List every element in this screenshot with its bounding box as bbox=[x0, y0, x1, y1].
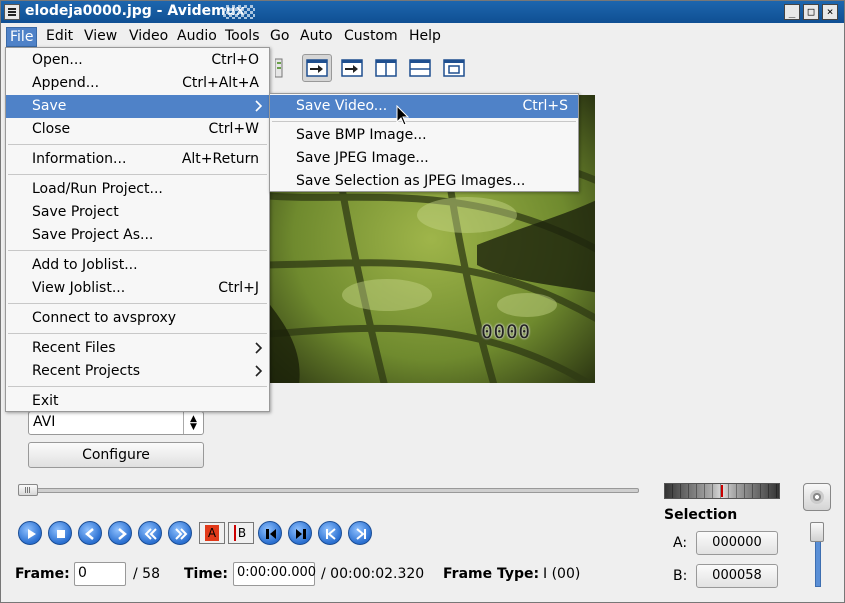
marker-b-label: B bbox=[234, 525, 248, 541]
menu-separator bbox=[272, 121, 576, 122]
jog-wheel-icon[interactable] bbox=[803, 483, 831, 511]
submenu-arrow-icon bbox=[255, 342, 263, 354]
next-keyframe-icon[interactable] bbox=[288, 521, 312, 545]
menu-item-close[interactable]: Close Ctrl+W bbox=[6, 118, 269, 141]
set-marker-b-icon[interactable]: B bbox=[228, 522, 254, 544]
menu-item-append[interactable]: Append... Ctrl+Alt+A bbox=[6, 72, 269, 95]
submenu-arrow-icon bbox=[255, 365, 263, 377]
menu-separator bbox=[8, 144, 267, 145]
save-submenu: Save Video... Ctrl+S Save BMP Image... Sa… bbox=[269, 93, 579, 192]
menu-item-save-project-as[interactable]: Save Project As... bbox=[6, 224, 269, 247]
menu-item-recent-projects[interactable]: Recent Projects bbox=[6, 360, 269, 383]
stop-icon[interactable] bbox=[48, 521, 72, 545]
menu-view[interactable]: View bbox=[81, 27, 120, 47]
selection-b-label: B: bbox=[673, 568, 688, 584]
timeline-slider-thumb[interactable] bbox=[18, 484, 38, 496]
maximize-button[interactable]: □ bbox=[803, 4, 819, 20]
menu-item-save-jpeg[interactable]: Save JPEG Image... bbox=[270, 147, 578, 170]
display-output-button[interactable] bbox=[337, 54, 367, 82]
rewind-icon[interactable] bbox=[138, 521, 162, 545]
prev-frame-icon[interactable] bbox=[78, 521, 102, 545]
goto-end-icon[interactable] bbox=[348, 521, 372, 545]
selection-b-button[interactable]: 000058 bbox=[696, 564, 778, 588]
next-frame-icon[interactable] bbox=[108, 521, 132, 545]
menu-item-recent-files[interactable]: Recent Files bbox=[6, 337, 269, 360]
file-menu: Open... Ctrl+O Append... Ctrl+Alt+A Save C… bbox=[5, 47, 270, 412]
video-overlay-counter: 0000 bbox=[481, 321, 531, 343]
prev-keyframe-icon[interactable] bbox=[258, 521, 282, 545]
menu-item-save-selection-jpeg[interactable]: Save Selection as JPEG Images... bbox=[270, 170, 578, 193]
frame-total: / 58 bbox=[133, 566, 160, 582]
toolbar-partial-icon bbox=[271, 54, 283, 82]
time-input[interactable]: 0:00:00.000 bbox=[233, 562, 316, 586]
window-menu-icon[interactable] bbox=[4, 4, 20, 20]
menu-item-information[interactable]: Information... Alt+Return bbox=[6, 148, 269, 171]
menu-item-exit[interactable]: Exit bbox=[6, 390, 269, 413]
time-label: Time: bbox=[184, 566, 229, 582]
output-format-value: AVI bbox=[33, 414, 56, 430]
menu-item-save[interactable]: Save bbox=[6, 95, 269, 118]
select-arrows-icon: ▲ ▼ bbox=[183, 412, 203, 434]
selection-a-label: A: bbox=[673, 535, 688, 551]
menu-custom[interactable]: Custom bbox=[341, 27, 401, 47]
timeline-slider-track[interactable] bbox=[18, 488, 639, 493]
frame-label: Frame: bbox=[15, 566, 70, 582]
display-input-button[interactable] bbox=[302, 54, 332, 82]
mouse-cursor-icon bbox=[396, 105, 410, 126]
side-by-side-view-button[interactable] bbox=[371, 54, 401, 82]
marker-a-label: A bbox=[205, 525, 219, 541]
menu-help[interactable]: Help bbox=[406, 27, 444, 47]
play-icon[interactable] bbox=[18, 521, 42, 545]
volume-slider-thumb[interactable] bbox=[810, 522, 824, 542]
single-view-button[interactable] bbox=[439, 54, 469, 82]
menu-separator bbox=[8, 250, 267, 251]
titlebar-decoration bbox=[223, 5, 255, 19]
menu-file[interactable]: File bbox=[6, 27, 38, 47]
menu-item-save-project[interactable]: Save Project bbox=[6, 201, 269, 224]
menu-go[interactable]: Go bbox=[267, 27, 292, 47]
fast-forward-icon[interactable] bbox=[168, 521, 192, 545]
app-window: elodeja0000.jpg - Avidemux _ □ × File Ed… bbox=[0, 0, 845, 603]
menu-item-open[interactable]: Open... Ctrl+O bbox=[6, 49, 269, 72]
output-format-select[interactable]: AVI ▲ ▼ bbox=[28, 411, 204, 435]
selection-title: Selection bbox=[664, 507, 738, 523]
menu-edit[interactable]: Edit bbox=[43, 27, 76, 47]
menu-item-save-bmp[interactable]: Save BMP Image... bbox=[270, 124, 578, 147]
configure-button[interactable]: Configure bbox=[28, 442, 204, 468]
menu-video[interactable]: Video bbox=[126, 27, 171, 47]
menu-item-add-joblist[interactable]: Add to Joblist... bbox=[6, 254, 269, 277]
menu-separator bbox=[8, 386, 267, 387]
menu-item-load-project[interactable]: Load/Run Project... bbox=[6, 178, 269, 201]
menu-audio[interactable]: Audio bbox=[174, 27, 220, 47]
set-marker-a-icon[interactable]: A bbox=[199, 522, 225, 544]
menu-item-view-joblist[interactable]: View Joblist... Ctrl+J bbox=[6, 277, 269, 300]
menu-separator bbox=[8, 174, 267, 175]
menu-item-save-video[interactable]: Save Video... Ctrl+S bbox=[270, 95, 578, 118]
frame-type-label: Frame Type: bbox=[443, 566, 540, 582]
window-title: elodeja0000.jpg - Avidemux bbox=[25, 3, 245, 19]
submenu-arrow-icon bbox=[255, 100, 263, 112]
time-total: / 00:00:02.320 bbox=[321, 566, 425, 582]
menu-bar: File Edit View Video Audio Tools Go Auto… bbox=[1, 23, 844, 49]
menu-auto[interactable]: Auto bbox=[297, 27, 336, 47]
shuttle-position-mark bbox=[721, 485, 723, 497]
shuttle-control[interactable] bbox=[664, 483, 780, 499]
goto-start-icon[interactable] bbox=[318, 521, 342, 545]
menu-separator bbox=[8, 333, 267, 334]
menu-tools[interactable]: Tools bbox=[222, 27, 263, 47]
minimize-button[interactable]: _ bbox=[784, 4, 800, 20]
close-button[interactable]: × bbox=[822, 4, 838, 20]
menu-separator bbox=[8, 303, 267, 304]
frame-type-value: I (00) bbox=[543, 566, 581, 582]
title-bar: elodeja0000.jpg - Avidemux _ □ × bbox=[1, 1, 844, 23]
top-bottom-view-button[interactable] bbox=[405, 54, 435, 82]
frame-input[interactable]: 0 bbox=[74, 562, 126, 586]
selection-a-button[interactable]: 000000 bbox=[696, 531, 778, 555]
menu-item-avsproxy[interactable]: Connect to avsproxy bbox=[6, 307, 269, 330]
